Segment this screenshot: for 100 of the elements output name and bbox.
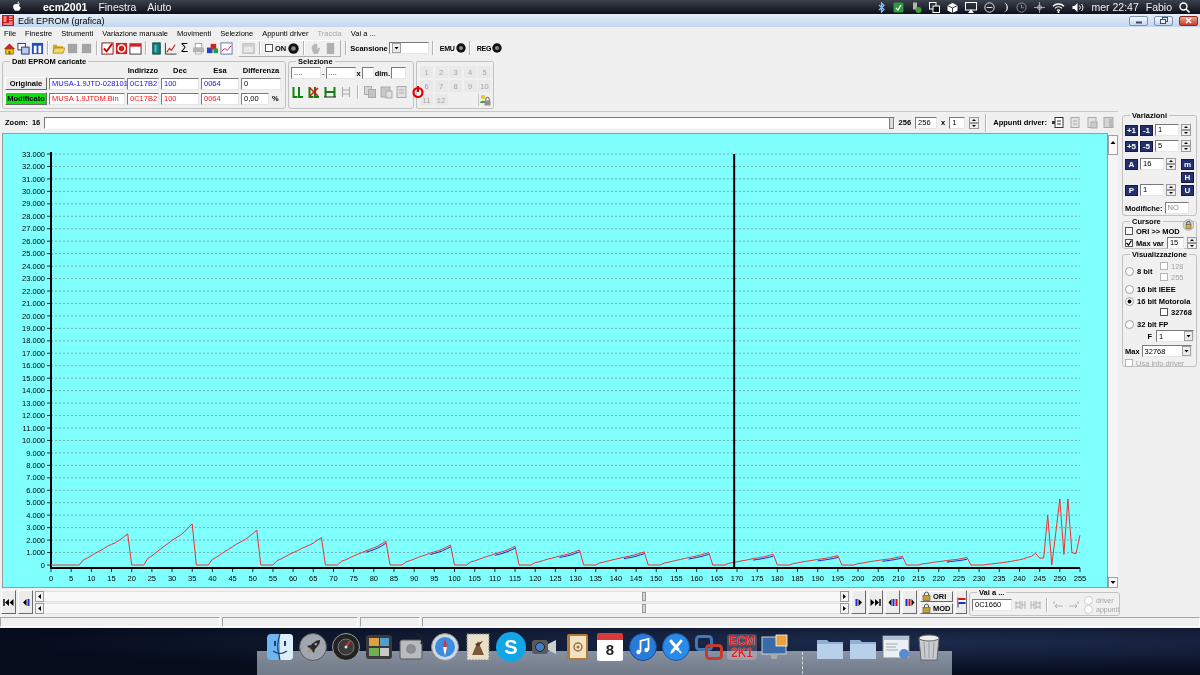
ring-icon[interactable] <box>115 41 128 55</box>
close-icon[interactable] <box>1185 17 1192 24</box>
spin-down-icon[interactable] <box>1181 146 1191 152</box>
spin-up-icon[interactable] <box>1181 140 1191 146</box>
line-graph-icon[interactable] <box>164 41 177 55</box>
scroll-left-icon[interactable] <box>35 602 44 614</box>
user-name[interactable]: Fabio <box>1145 1 1172 13</box>
volume-icon[interactable] <box>1072 1 1085 13</box>
step-back-icon[interactable] <box>887 597 898 607</box>
windows-icon[interactable] <box>929 1 941 13</box>
clipboard-icon[interactable] <box>1085 116 1098 129</box>
skip-back-icon[interactable] <box>3 597 14 607</box>
app-menu[interactable]: ecm2001 <box>43 1 88 13</box>
check-badge-icon[interactable] <box>893 1 905 13</box>
radio-button[interactable] <box>1125 297 1134 306</box>
step-forward-icon[interactable] <box>854 597 863 607</box>
key-button[interactable]: P <box>1125 184 1138 196</box>
power-icon[interactable] <box>411 85 425 99</box>
caret-down-icon[interactable] <box>1181 346 1191 356</box>
spin-up-icon[interactable] <box>1166 158 1176 164</box>
restore-icon[interactable] <box>1159 17 1168 24</box>
input-field[interactable] <box>361 67 374 79</box>
face-tile-icon[interactable] <box>265 632 295 662</box>
checkbox[interactable] <box>1160 308 1168 316</box>
decrease-button[interactable]: -1 <box>1140 124 1153 136</box>
caret-down-icon[interactable] <box>391 43 401 53</box>
step-back-icon[interactable] <box>21 597 30 607</box>
user-lock-icon[interactable] <box>479 94 491 106</box>
skip-forward-icon[interactable] <box>870 597 881 607</box>
radio-button[interactable] <box>1125 267 1134 276</box>
spin-down-icon[interactable] <box>969 122 980 129</box>
stamp-icon[interactable] <box>463 632 493 662</box>
clipboard-icon[interactable] <box>1051 116 1064 129</box>
skip-back-button[interactable] <box>1 590 16 614</box>
step-forward-button[interactable] <box>851 590 866 614</box>
key-button[interactable]: A <box>1125 158 1138 170</box>
calendar-tile[interactable]: 8 <box>597 633 623 661</box>
scroll-left-icon[interactable] <box>35 590 44 602</box>
calendar-icon[interactable] <box>129 41 142 55</box>
columns-icon[interactable] <box>31 41 44 55</box>
box-icon[interactable] <box>947 1 959 13</box>
compare-back-button[interactable] <box>885 590 900 614</box>
no-entry-icon[interactable] <box>984 1 996 13</box>
increase-button[interactable]: +1 <box>1125 124 1138 136</box>
overlapping-squares-icon[interactable] <box>694 632 724 662</box>
skip-forward-button[interactable] <box>868 590 883 614</box>
sum-button[interactable]: Σ <box>178 41 191 55</box>
monitor-icon[interactable] <box>760 632 790 662</box>
slider-thumb[interactable] <box>888 116 894 129</box>
clear-bracket-icon[interactable] <box>307 85 321 99</box>
wifi-icon[interactable] <box>1052 1 1066 13</box>
key-button[interactable]: m <box>1181 158 1194 170</box>
clipboard-icon[interactable] <box>1102 116 1115 129</box>
blocks-icon[interactable] <box>206 41 219 55</box>
checkbox[interactable] <box>1125 227 1133 235</box>
crosshair-icon[interactable] <box>1034 1 1046 13</box>
house-icon[interactable] <box>3 41 16 55</box>
clock-text[interactable]: mer 22:47 <box>1091 1 1139 13</box>
spin-up-icon[interactable] <box>1186 237 1197 243</box>
input-field[interactable] <box>391 67 407 79</box>
music-note-icon[interactable] <box>628 632 658 662</box>
gauge-icon[interactable] <box>331 632 361 662</box>
scroll-up-icon[interactable] <box>1108 135 1118 155</box>
range-icon[interactable] <box>323 85 337 99</box>
book-icon[interactable] <box>150 41 163 55</box>
compass-icon[interactable] <box>430 632 460 662</box>
search-icon[interactable] <box>1179 1 1190 13</box>
spin-down-icon[interactable] <box>1166 164 1176 170</box>
radio-button[interactable] <box>1125 320 1134 329</box>
checkbox[interactable] <box>1125 239 1133 247</box>
flag-button[interactable] <box>955 590 967 614</box>
step-forward-icon[interactable] <box>904 597 915 607</box>
increase-button[interactable]: +5 <box>1125 140 1138 152</box>
key-button[interactable]: U <box>1181 184 1194 196</box>
spin-down-icon[interactable] <box>1181 130 1191 136</box>
zoom-slider[interactable] <box>44 116 895 129</box>
crescent-icon[interactable] <box>1002 1 1010 13</box>
bluetooth-icon[interactable] <box>877 1 887 13</box>
screen-icon[interactable] <box>965 1 978 13</box>
caret-down-icon[interactable] <box>1184 331 1193 341</box>
photos-icon[interactable] <box>364 632 394 662</box>
compare-forward-button[interactable] <box>902 590 917 614</box>
spin-up-icon[interactable] <box>1181 124 1191 130</box>
spin-down-icon[interactable] <box>1186 243 1197 249</box>
apple-icon[interactable] <box>12 1 22 13</box>
rocket-icon[interactable] <box>298 632 328 662</box>
chart-icon[interactable] <box>220 41 233 55</box>
x-circle-icon[interactable] <box>661 632 691 662</box>
windows-icon[interactable] <box>17 41 30 55</box>
minimize-button[interactable] <box>1129 15 1148 26</box>
disc-icon[interactable] <box>455 43 466 53</box>
close-button[interactable] <box>1179 15 1198 26</box>
checkbox-icon[interactable] <box>101 41 114 55</box>
checkbox[interactable] <box>265 44 273 52</box>
restore-button[interactable] <box>1154 15 1173 26</box>
clipboard-icon[interactable] <box>1068 116 1081 129</box>
step-back-button[interactable] <box>18 590 33 614</box>
menu-item[interactable]: Aiuto <box>147 1 172 13</box>
vertical-scrollbar[interactable] <box>1108 133 1118 588</box>
clock-icon[interactable] <box>1016 1 1028 13</box>
